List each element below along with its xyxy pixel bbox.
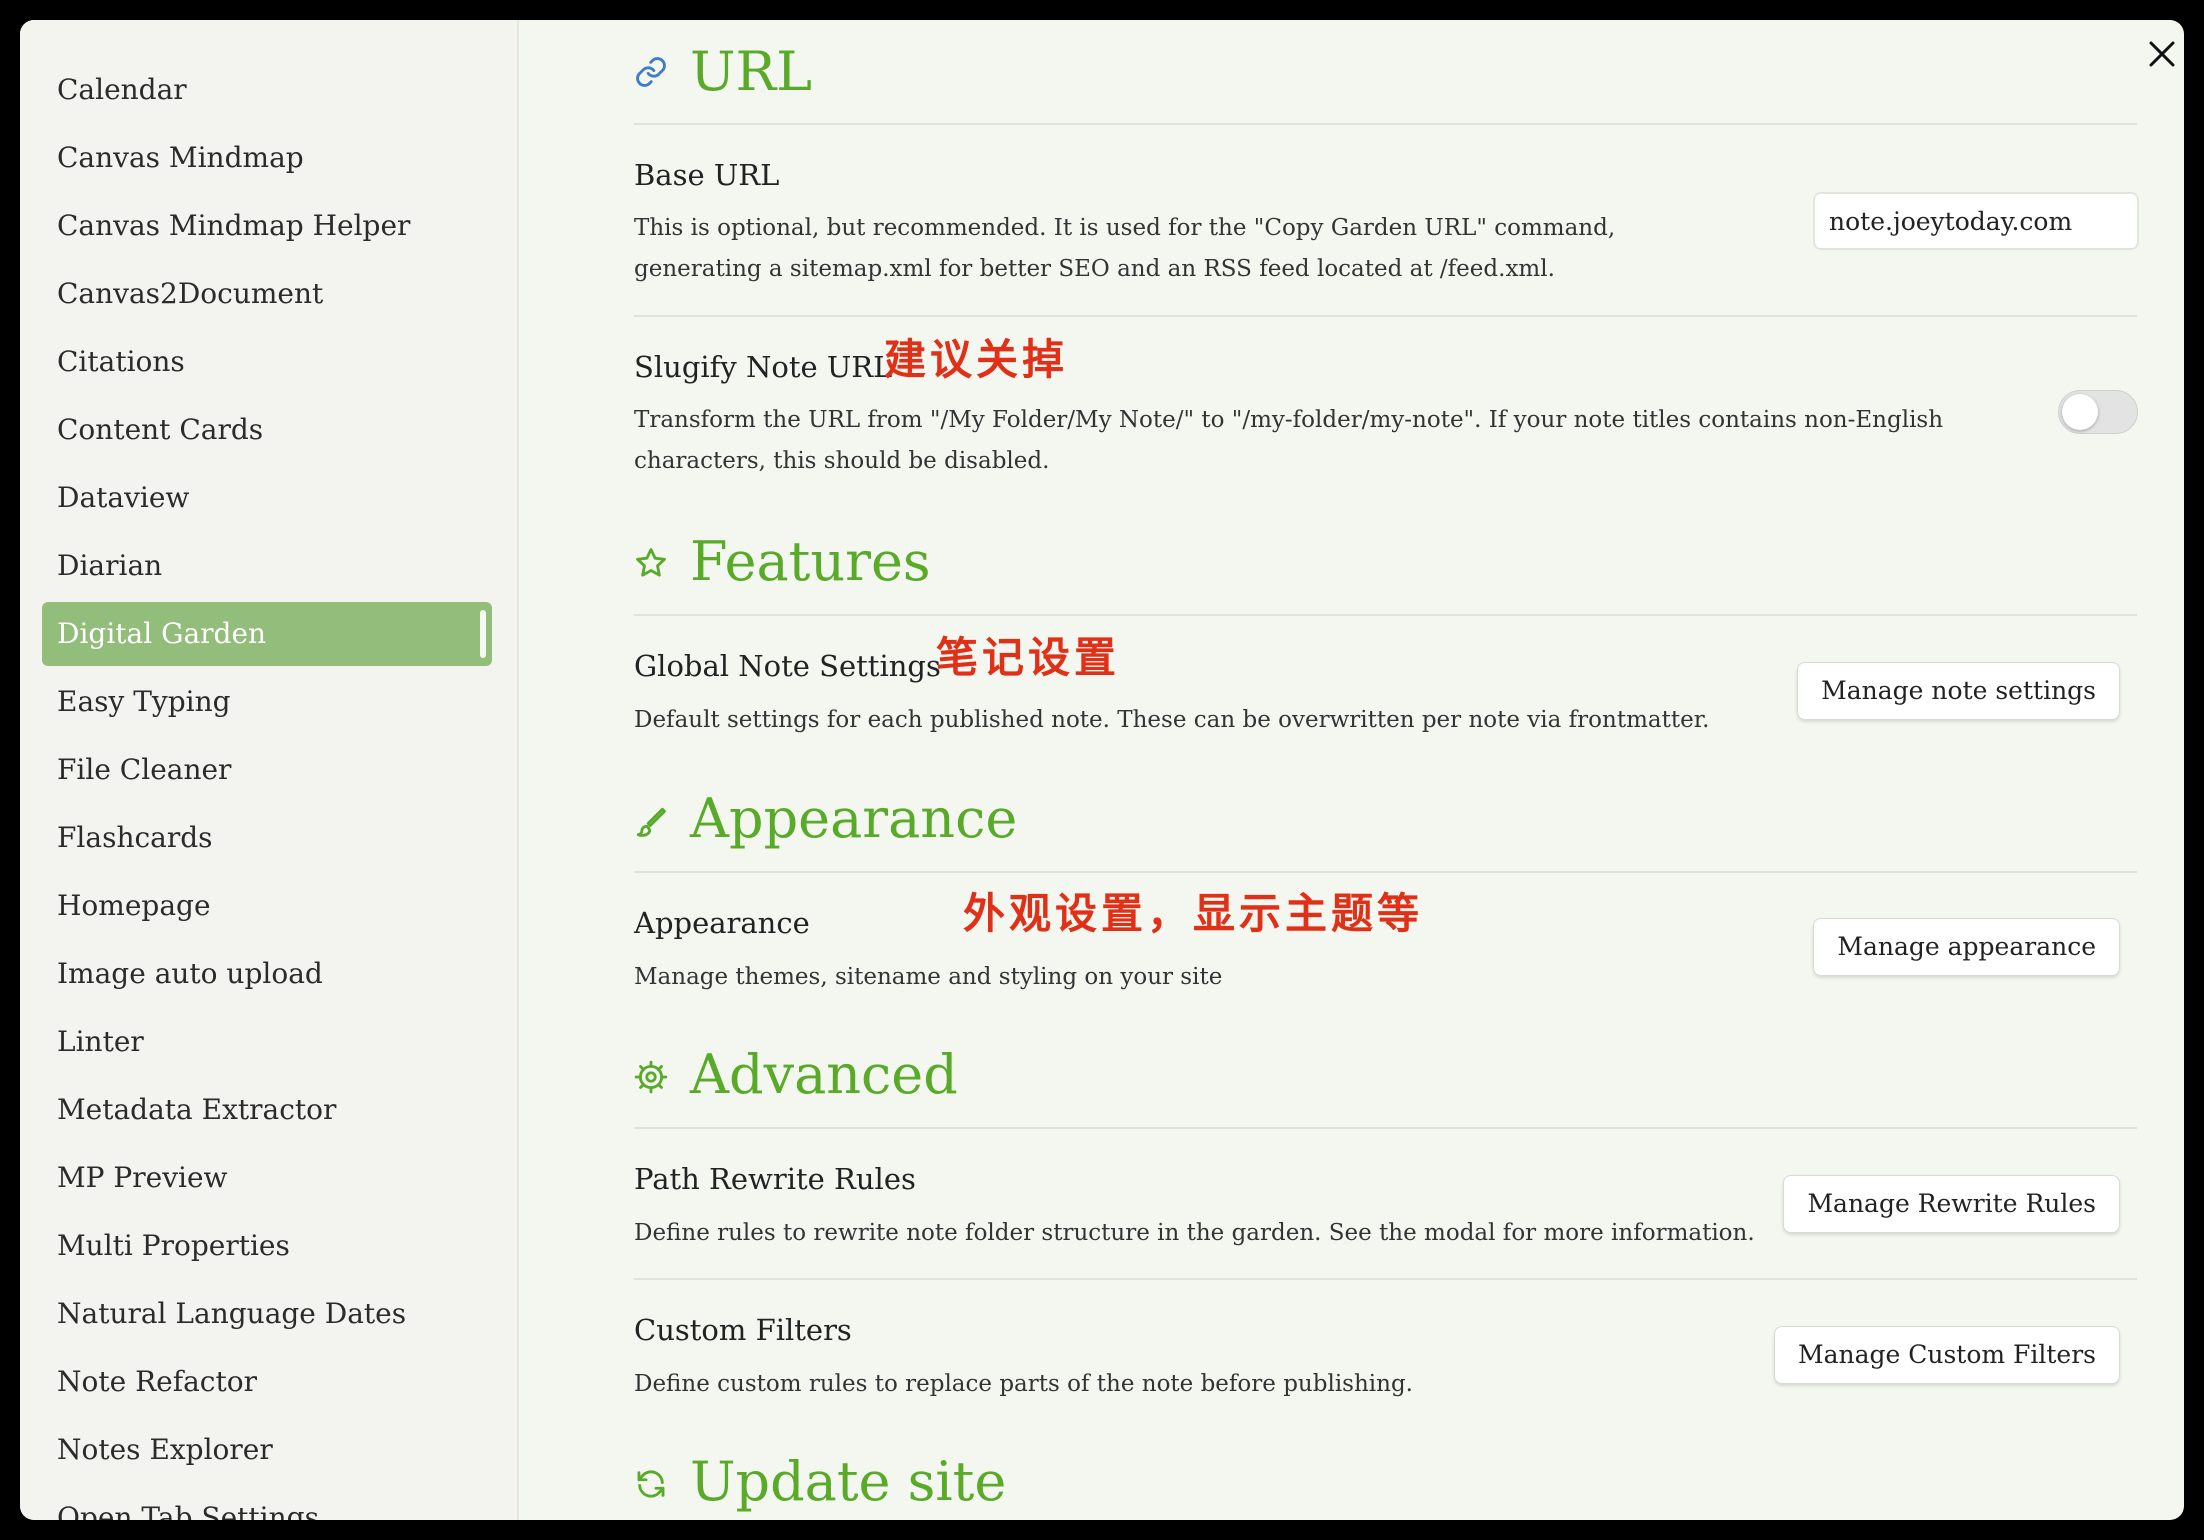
setting-path-rewrite-desc: Define rules to rewrite note folder stru… bbox=[634, 1220, 1755, 1246]
section-title-appearance: Appearance bbox=[690, 787, 1018, 850]
setting-base-url-name: Base URL bbox=[634, 158, 780, 192]
divider bbox=[634, 871, 2137, 873]
setting-slugify-desc: Transform the URL from "/My Folder/My No… bbox=[634, 407, 1944, 474]
gear-icon bbox=[634, 1060, 668, 1094]
sidebar-item-calendar[interactable]: Calendar bbox=[42, 58, 492, 122]
section-title-advanced: Advanced bbox=[690, 1043, 958, 1106]
sidebar-item-canvas2document[interactable]: Canvas2Document bbox=[42, 262, 492, 326]
section-title-url: URL bbox=[690, 40, 813, 103]
manage-note-settings-button[interactable]: Manage note settings bbox=[1797, 662, 2120, 720]
slugify-toggle[interactable] bbox=[2058, 390, 2138, 434]
link-icon bbox=[636, 57, 666, 87]
manage-custom-filters-button[interactable]: Manage Custom Filters bbox=[1773, 1326, 2120, 1384]
setting-global-note-name: Global Note Settings bbox=[634, 649, 941, 683]
sidebar-item-citations[interactable]: Citations bbox=[42, 330, 492, 394]
sidebar-item-note-refactor[interactable]: Note Refactor bbox=[42, 1350, 492, 1414]
brush-icon bbox=[636, 807, 666, 837]
sidebar-item-file-cleaner[interactable]: File Cleaner bbox=[42, 738, 492, 802]
sidebar-item-diarian[interactable]: Diarian bbox=[42, 534, 492, 598]
annotation-global-note: 笔记设置 bbox=[936, 633, 1121, 682]
sidebar-item-metadata-extractor[interactable]: Metadata Extractor bbox=[42, 1078, 492, 1142]
sidebar-item-homepage[interactable]: Homepage bbox=[42, 874, 492, 938]
manage-rewrite-rules-button[interactable]: Manage Rewrite Rules bbox=[1783, 1175, 2120, 1233]
divider bbox=[634, 614, 2137, 616]
divider bbox=[634, 1127, 2137, 1129]
divider bbox=[634, 1278, 2137, 1280]
toggle-knob bbox=[2062, 394, 2098, 430]
sidebar-item-natural-language-dates[interactable]: Natural Language Dates bbox=[42, 1282, 492, 1346]
section-title-features: Features bbox=[690, 530, 931, 593]
setting-path-rewrite-name: Path Rewrite Rules bbox=[634, 1162, 916, 1196]
sidebar-item-open-tab-settings[interactable]: Open Tab Settings bbox=[42, 1486, 492, 1520]
sidebar-item-canvas-mindmap-helper[interactable]: Canvas Mindmap Helper bbox=[42, 194, 492, 258]
sidebar-item-flashcards[interactable]: Flashcards bbox=[42, 806, 492, 870]
refresh-icon bbox=[637, 1470, 665, 1498]
star-icon bbox=[636, 548, 666, 577]
divider bbox=[634, 123, 2137, 125]
divider bbox=[634, 315, 2137, 317]
section-title-update-site: Update site bbox=[690, 1450, 1007, 1513]
sidebar-item-multi-properties[interactable]: Multi Properties bbox=[42, 1214, 492, 1278]
sidebar-item-image-auto-upload[interactable]: Image auto upload bbox=[42, 942, 492, 1006]
sidebar-item-mp-preview[interactable]: MP Preview bbox=[42, 1146, 492, 1210]
settings-modal: Calendar Canvas Mindmap Canvas Mindmap Hel… bbox=[20, 20, 2184, 1520]
sidebar-item-dataview[interactable]: Dataview bbox=[42, 466, 492, 530]
annotation-appearance: 外观设置，显示主题等 bbox=[963, 889, 1424, 938]
sidebar-item-notes-explorer[interactable]: Notes Explorer bbox=[42, 1418, 492, 1482]
setting-global-note-desc: Default settings for each published note… bbox=[634, 707, 1710, 733]
sidebar-item-easy-typing[interactable]: Easy Typing bbox=[42, 670, 492, 734]
manage-appearance-button[interactable]: Manage appearance bbox=[1813, 918, 2120, 976]
setting-appearance-name: Appearance bbox=[634, 906, 810, 940]
setting-base-url-desc: This is optional, but recommended. It is… bbox=[634, 215, 1616, 282]
settings-sidebar: Calendar Canvas Mindmap Canvas Mindmap Hel… bbox=[20, 20, 519, 1520]
sidebar-item-content-cards[interactable]: Content Cards bbox=[42, 398, 492, 462]
sidebar-item-digital-garden[interactable]: Digital Garden bbox=[42, 602, 492, 666]
setting-appearance-desc: Manage themes, sitename and styling on y… bbox=[634, 964, 1223, 990]
setting-custom-filters-desc: Define custom rules to replace parts of … bbox=[634, 1371, 1413, 1397]
setting-custom-filters-name: Custom Filters bbox=[634, 1313, 852, 1347]
base-url-input[interactable] bbox=[1813, 192, 2139, 250]
sidebar-item-canvas-mindmap[interactable]: Canvas Mindmap bbox=[42, 126, 492, 190]
settings-content: URL Base URL This is optional, but recom… bbox=[517, 20, 2184, 1520]
setting-slugify-name: Slugify Note URL bbox=[634, 350, 893, 384]
sidebar-item-linter[interactable]: Linter bbox=[42, 1010, 492, 1074]
annotation-slugify: 建议关掉 bbox=[884, 335, 1069, 384]
